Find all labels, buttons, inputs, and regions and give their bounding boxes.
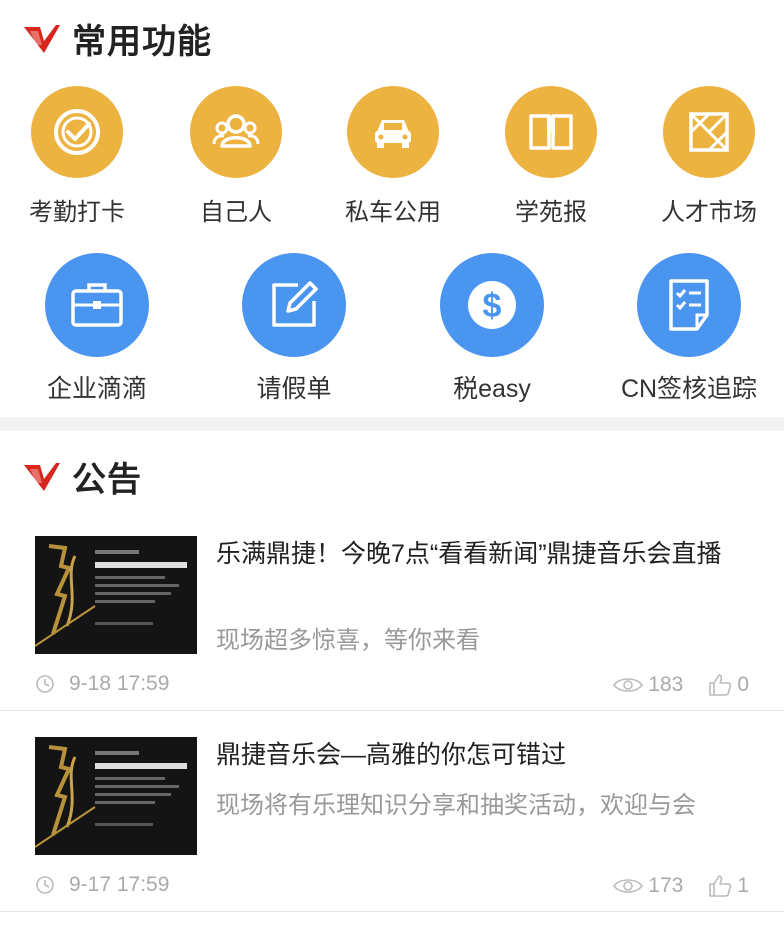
- svg-text:$: $: [483, 287, 502, 325]
- clock-icon: [36, 675, 54, 693]
- fn-label: 人才市场: [661, 199, 757, 226]
- announcement-thumbnail: [35, 737, 197, 855]
- market-icon: [663, 86, 755, 178]
- announcement-time: 9-18 17:59: [35, 672, 169, 696]
- fn-label: 私车公用: [345, 199, 441, 226]
- views-value: 173: [648, 874, 684, 897]
- functions-header: 常用功能: [22, 14, 212, 63]
- fn-label: 学苑报: [515, 199, 587, 226]
- fn-colleagues[interactable]: 自己人: [156, 86, 316, 227]
- edit-icon: [242, 253, 346, 357]
- brand-logo-icon: [24, 24, 60, 53]
- fn-label: 自己人: [200, 199, 272, 226]
- thumbs-up-icon: [709, 875, 732, 897]
- fn-label: 考勤打卡: [29, 199, 125, 226]
- announcement-time-text: 9-17 17:59: [69, 873, 170, 896]
- book-icon: [505, 86, 597, 178]
- likes-value: 1: [737, 874, 749, 897]
- announcement-time: 9-17 17:59: [35, 873, 169, 897]
- likes-value: 0: [737, 673, 749, 696]
- like-button[interactable]: 1: [707, 873, 749, 899]
- announcement-summary: 现场超多惊喜，等你来看: [216, 627, 480, 654]
- fn-private-car[interactable]: 私车公用: [313, 86, 473, 227]
- eye-icon: [613, 678, 644, 692]
- list-separator: [0, 710, 784, 711]
- announcements-title: 公告: [72, 461, 142, 499]
- announcement-stats: 173 1: [588, 873, 749, 899]
- announcement-title[interactable]: 乐满鼎捷！今晚7点“看看新闻”鼎捷音乐会直播: [216, 536, 756, 572]
- fn-label: 请假单: [256, 375, 332, 403]
- functions-title: 常用功能: [72, 23, 212, 61]
- views-count: 173: [612, 874, 683, 898]
- views-count: 183: [612, 673, 683, 697]
- announcement-time-text: 9-18 17:59: [69, 672, 170, 695]
- announcement-meta: 9-17 17:59 173 1: [35, 873, 749, 903]
- announcement-stats: 183 0: [588, 672, 749, 698]
- checklist-icon: [637, 253, 741, 357]
- announcement-summary: 现场将有乐理知识分享和抽奖活动，欢迎与会: [216, 792, 696, 819]
- fn-academy-news[interactable]: 学苑报: [471, 86, 631, 227]
- fn-talent-market[interactable]: 人才市场: [629, 86, 784, 227]
- announcements-header: 公告: [22, 452, 142, 501]
- list-separator: [0, 911, 784, 912]
- eye-icon: [613, 879, 644, 893]
- briefcase-icon: [45, 253, 149, 357]
- fn-leave-request[interactable]: 请假单: [214, 253, 374, 405]
- fn-label: 税easy: [453, 375, 531, 403]
- fn-cn-signoff-tracking[interactable]: CN签核追踪: [609, 253, 769, 405]
- section-divider: [0, 417, 784, 431]
- dollar-icon: $: [440, 253, 544, 357]
- fn-tax-easy[interactable]: $ 税easy: [412, 253, 572, 405]
- like-button[interactable]: 0: [707, 672, 749, 698]
- clock-icon: [36, 876, 54, 894]
- announcement-thumbnail: [35, 536, 197, 654]
- fn-label: 企业滴滴: [46, 375, 147, 403]
- car-icon: [347, 86, 439, 178]
- check-icon: [31, 86, 123, 178]
- announcement-title[interactable]: 鼎捷音乐会—高雅的你怎可错过: [216, 737, 756, 773]
- fn-enterprise-didi[interactable]: 企业滴滴: [17, 253, 177, 405]
- fn-attendance[interactable]: 考勤打卡: [0, 86, 157, 227]
- brand-logo-icon: [24, 462, 60, 491]
- announcement-meta: 9-18 17:59 183 0: [35, 672, 749, 702]
- views-value: 183: [648, 673, 684, 696]
- people-icon: [190, 86, 282, 178]
- announcement-item[interactable]: 鼎捷音乐会—高雅的你怎可错过 现场将有乐理知识分享和抽奖活动，欢迎与会 9-17…: [0, 737, 784, 937]
- thumbs-up-icon: [709, 674, 732, 696]
- fn-label: CN签核追踪: [620, 375, 758, 403]
- announcement-item[interactable]: 乐满鼎捷！今晚7点“看看新闻”鼎捷音乐会直播 现场超多惊喜，等你来看 9-18 …: [0, 536, 784, 736]
